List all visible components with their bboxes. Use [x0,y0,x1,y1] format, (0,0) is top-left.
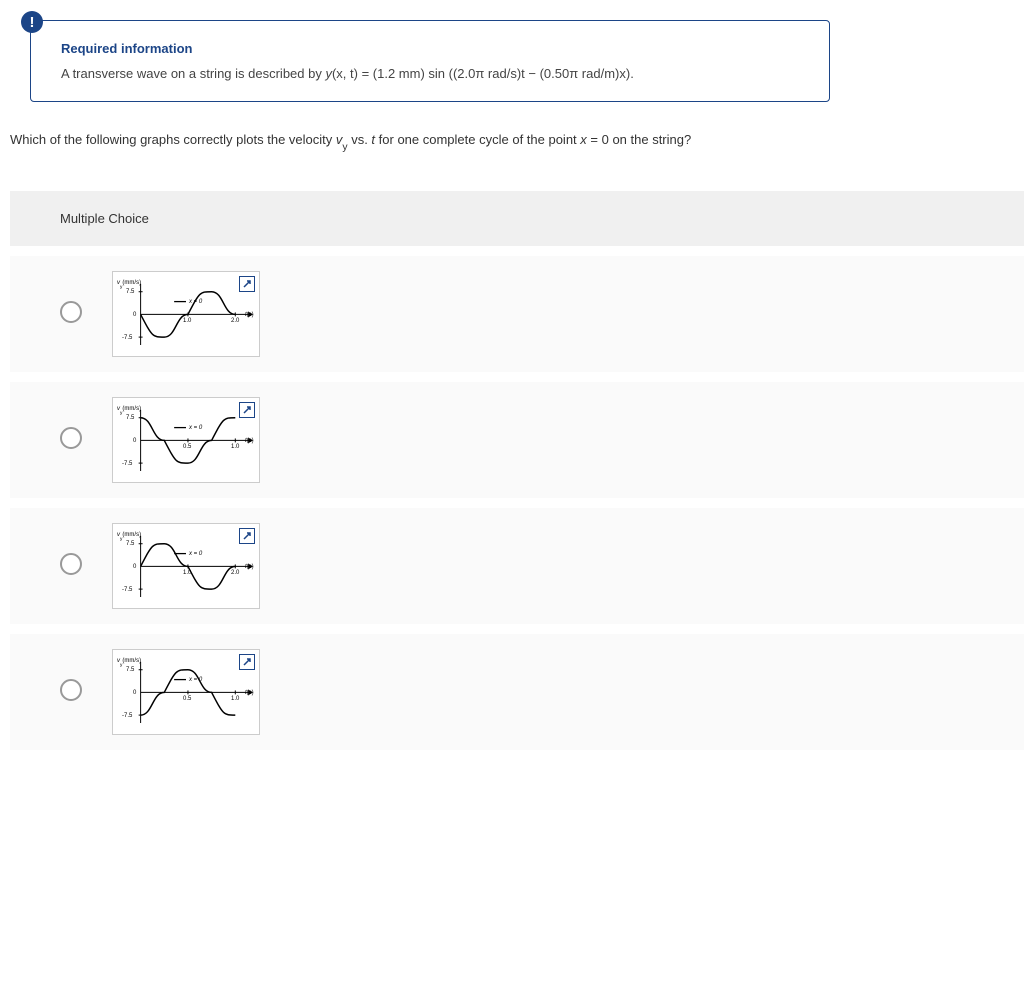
info-badge-icon: ! [21,11,43,33]
gb-ymin: -7.5 [122,461,132,467]
required-info-card: ! Required information A transverse wave… [30,20,830,102]
gc-ylbl: vy(mm/s) [117,532,141,541]
option-row-a: vy(mm/s) 7.5 0 -7.5 x = 0 1.0 2.0 t(s) [10,256,1024,372]
ga-legend: x = 0 [189,299,202,305]
required-info-text: A transverse wave on a string is describ… [61,66,809,81]
gd-tick1: 0.5 [183,696,191,702]
option-row-d: vy(mm/s) 7.5 0 -7.5 x = 0 0.5 1.0 t(s) [10,634,1024,750]
gd-yzero: 0 [133,690,136,696]
expand-icon [242,531,252,541]
required-info-title: Required information [61,41,809,56]
q-eq: = 0 on the string? [587,132,691,147]
gc-tick2: 2.0 [231,570,239,576]
radio-option-c[interactable] [60,553,82,575]
expand-graph-d-button[interactable] [239,654,255,670]
ga-ymax: 7.5 [126,289,134,295]
info-badge-mark: ! [30,14,35,31]
gc-yzero: 0 [133,564,136,570]
gc-legend: x = 0 [189,551,202,557]
info-eq: (x, t) = (1.2 mm) sin ((2.0π rad/s)t − (… [332,66,634,81]
ga-tick2: 2.0 [231,318,239,324]
radio-option-d[interactable] [60,679,82,701]
graph-c: vy(mm/s) 7.5 0 -7.5 x = 0 1.0 2.0 t(s) [112,523,260,609]
ga-xlbl: t(s) [245,312,254,318]
expand-icon [242,657,252,667]
gc-tick1: 1.0 [183,570,191,576]
multiple-choice-header: Multiple Choice [10,191,1024,246]
ga-tick1: 1.0 [183,318,191,324]
expand-icon [242,405,252,415]
gc-ymin: -7.5 [122,587,132,593]
gd-legend: x = 0 [189,677,202,683]
ga-yzero: 0 [133,312,136,318]
graph-b: vy(mm/s) 7.5 0 -7.5 x = 0 0.5 1.0 t(s) [112,397,260,483]
gd-tick2: 1.0 [231,696,239,702]
gb-legend: x = 0 [189,425,202,431]
expand-graph-c-button[interactable] [239,528,255,544]
gb-xlbl: t(s) [245,438,254,444]
gb-ymax: 7.5 [126,415,134,421]
ga-ymin: -7.5 [122,335,132,341]
question-stem: Which of the following graphs correctly … [0,122,1024,191]
expand-graph-a-button[interactable] [239,276,255,292]
gc-xlbl: t(s) [245,564,254,570]
expand-graph-b-button[interactable] [239,402,255,418]
info-prefix: A transverse wave on a string is describ… [61,66,325,81]
graph-d: vy(mm/s) 7.5 0 -7.5 x = 0 0.5 1.0 t(s) [112,649,260,735]
radio-option-a[interactable] [60,301,82,323]
option-row-c: vy(mm/s) 7.5 0 -7.5 x = 0 1.0 2.0 t(s) [10,508,1024,624]
graph-a: vy(mm/s) 7.5 0 -7.5 x = 0 1.0 2.0 t(s) [112,271,260,357]
option-row-b: vy(mm/s) 7.5 0 -7.5 x = 0 0.5 1.0 t(s) [10,382,1024,498]
q-mid: vs. [348,132,372,147]
gb-tick1: 0.5 [183,444,191,450]
gd-ylbl: vy(mm/s) [117,658,141,667]
gd-xlbl: t(s) [245,690,254,696]
gb-yzero: 0 [133,438,136,444]
radio-option-b[interactable] [60,427,82,449]
q-sub: y [342,142,347,153]
q-suffix: for one complete cycle of the point [375,132,580,147]
gd-ymax: 7.5 [126,667,134,673]
ga-ylbl: vy(mm/s) [117,280,141,289]
gb-ylbl: vy(mm/s) [117,406,141,415]
gc-ymax: 7.5 [126,541,134,547]
expand-icon [242,279,252,289]
gb-tick2: 1.0 [231,444,239,450]
gd-ymin: -7.5 [122,713,132,719]
options-container: vy(mm/s) 7.5 0 -7.5 x = 0 1.0 2.0 t(s) [10,256,1024,750]
q-prefix: Which of the following graphs correctly … [10,132,336,147]
